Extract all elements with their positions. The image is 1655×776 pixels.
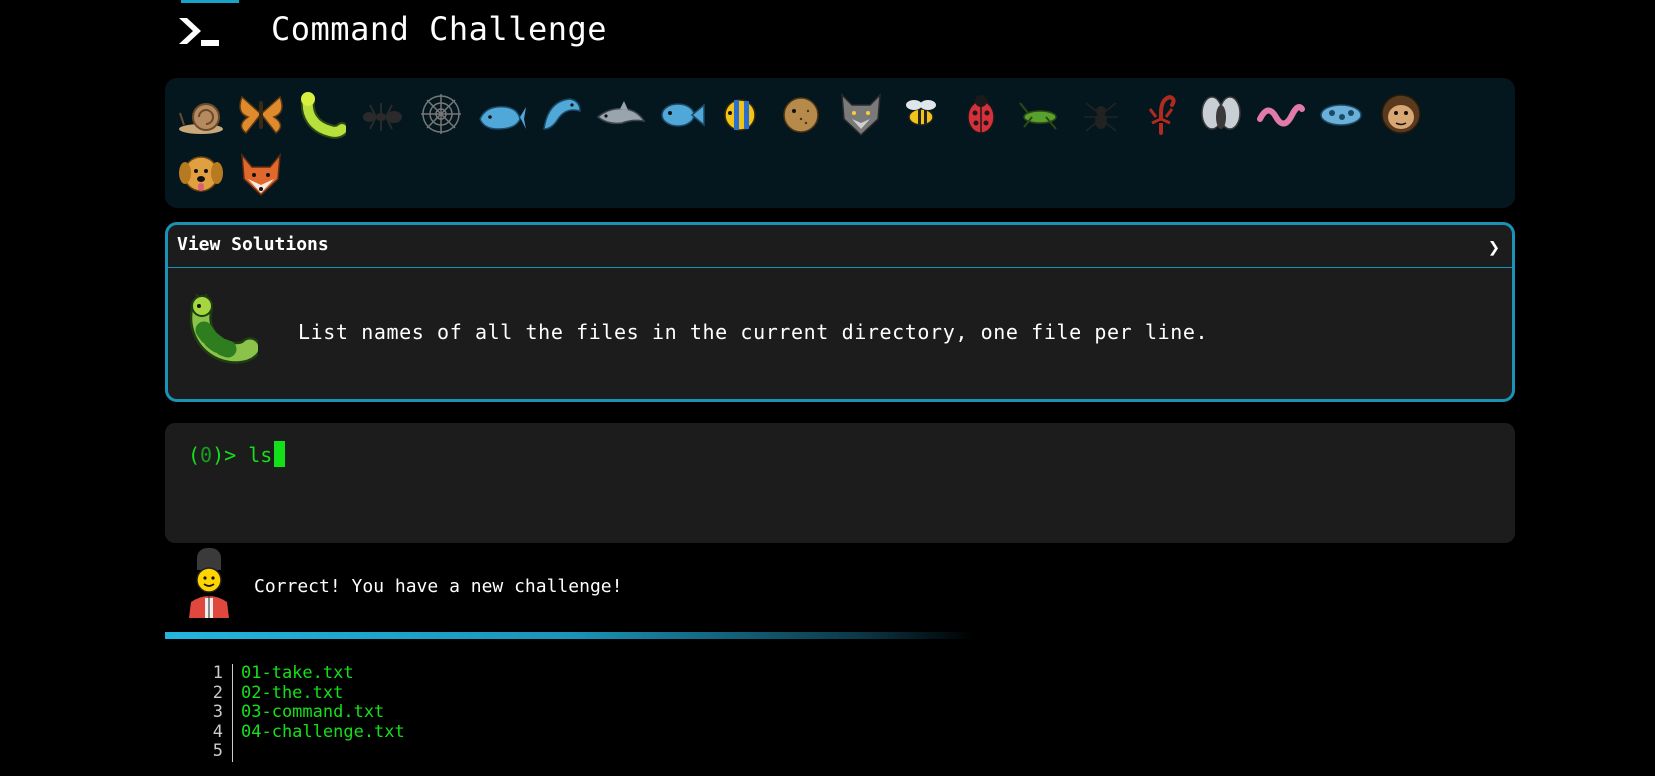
output-line-text: 02-the.txt [241,682,344,703]
blowfish-icon [783,97,819,133]
terminal-input-area[interactable]: (0)> ls [165,423,1515,543]
animal-level-12[interactable] [831,84,891,144]
ant-icon [363,103,402,131]
caterpillar-icon [300,92,346,139]
spider-web-icon [421,94,461,134]
ladybug-icon [967,95,995,134]
line-number: 3 [165,702,233,723]
line-number: 5 [165,741,233,762]
page-title: Command Challenge [271,10,608,48]
wolf-icon [841,93,881,137]
line-number: 2 [165,683,233,703]
animal-level-17[interactable] [1131,84,1191,144]
output-line-text: 01-take.txt [241,663,354,683]
animal-level-23[interactable] [231,144,291,204]
spider-icon [1084,102,1118,132]
animal-level-8[interactable] [591,84,651,144]
animal-level-3[interactable] [291,84,351,144]
animal-level-19[interactable] [1251,84,1311,144]
tropical-fish-icon [724,99,756,131]
butterfly-icon [239,95,283,135]
fish-icon [661,103,705,127]
caterpillar-icon [189,294,258,364]
animal-grid [171,84,1471,204]
feedback-text: Correct! You have a new challenge! [254,576,623,597]
animal-level-20[interactable] [1311,84,1371,144]
terminal-command-input[interactable]: ls [248,443,272,467]
output-row: 1 01-take.txt [165,663,865,684]
monkey-icon [1381,94,1421,134]
logo-accent-bar [181,0,239,3]
guard-icon [189,548,229,618]
progress-bar [165,632,975,639]
dolphin-jump-icon [543,98,581,130]
animal-level-6[interactable] [471,84,531,144]
animal-level-7[interactable] [531,84,591,144]
snail-icon [179,103,223,134]
worm-icon [1257,104,1305,127]
challenge-description: List names of all the files in the curre… [298,320,1209,344]
line-number: 1 [165,663,233,684]
animal-level-10[interactable] [711,84,771,144]
cricket-icon [1019,102,1057,130]
fox-icon [241,152,281,197]
animal-level-2[interactable] [231,84,291,144]
output-row: 5 [165,741,865,762]
output-line-text: 04-challenge.txt [241,721,405,742]
command-output: 1 01-take.txt 2 02-the.txt 3 03-command.txt 4 0… [165,663,865,762]
animal-level-1[interactable] [171,84,231,144]
animal-level-4[interactable] [351,84,411,144]
line-number: 4 [165,722,233,742]
animal-level-15[interactable] [1011,84,1071,144]
output-row: 3 03-command.txt [165,702,865,723]
feedback-message: Correct! You have a new challenge! [165,546,1065,618]
animal-level-11[interactable] [771,84,831,144]
output-row: 2 02-the.txt [165,682,865,703]
bee-icon [906,100,936,126]
output-line-text: 03-command.txt [241,702,385,722]
chevron-right-icon: ❯ [1487,235,1500,259]
prompt-close: )> [212,443,249,467]
animal-level-13[interactable] [891,84,951,144]
whale-icon [479,106,526,130]
prompt-open: ( [188,443,201,467]
animal-level-9[interactable] [651,84,711,144]
animal-level-5[interactable] [411,84,471,144]
challenge-body: List names of all the files in the curre… [168,268,1512,399]
view-solutions-toggle[interactable]: View Solutions ❯ [168,225,1512,268]
fly-icon [1201,96,1241,130]
microbe-icon [1320,104,1362,126]
prompt-counter: 0 [200,443,213,467]
animal-level-16[interactable] [1071,84,1131,144]
animal-level-18[interactable] [1191,84,1251,144]
terminal-line: (0)> ls [188,441,286,467]
dog-icon [179,156,223,192]
terminal-cursor [274,441,286,467]
view-solutions-label: View Solutions [177,234,329,255]
challenge-panel: View Solutions ❯ List names of all the f… [165,222,1515,402]
animal-level-21[interactable] [1371,84,1431,144]
animal-level-22[interactable] [171,144,231,204]
output-line-text [233,742,241,762]
output-row: 4 04-challenge.txt [165,721,865,742]
challenge-animal-strip [165,78,1515,208]
page: Command Challenge View Solutions ❯ List … [0,0,1655,776]
animal-level-14[interactable] [951,84,1011,144]
scorpion-icon [1148,94,1176,135]
dolphin-icon [596,101,646,125]
header: Command Challenge [165,0,1065,62]
terminal-prompt-icon[interactable] [177,14,225,50]
